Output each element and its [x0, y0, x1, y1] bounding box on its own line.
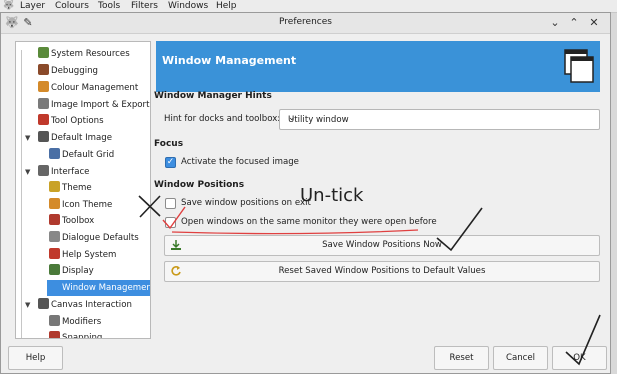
tree-item-default-grid[interactable]: Default Grid: [49, 147, 114, 163]
help-button[interactable]: Help: [8, 346, 63, 370]
tree-item-label: Image Import & Export: [51, 100, 150, 110]
menu-filters[interactable]: Filters: [131, 0, 158, 12]
theme-icon: [49, 181, 60, 192]
menu-colours[interactable]: Colours: [55, 0, 89, 12]
positions-heading: Window Positions: [154, 180, 245, 190]
tree-item-canvas-interaction[interactable]: Canvas Interaction: [38, 297, 132, 313]
system-resources-icon: [38, 47, 49, 58]
tree-item-label: Display: [62, 266, 94, 276]
save-positions-now-label: Save Window Positions Now: [322, 240, 442, 250]
tree-item-label: Help System: [62, 250, 117, 260]
section-banner: Window Management: [156, 41, 600, 92]
menu-layer[interactable]: Layer: [20, 0, 45, 12]
ok-button[interactable]: OK: [552, 346, 607, 370]
grid-icon: [49, 148, 60, 159]
bug-icon: [38, 64, 49, 75]
tree-item-image-import-export[interactable]: Image Import & Export: [38, 97, 149, 113]
tree-item-label: System Resources: [51, 49, 130, 59]
tree-item-interface[interactable]: Interface: [38, 164, 89, 180]
same-monitor-label: Open windows on the same monitor they we…: [181, 217, 437, 227]
cancel-button[interactable]: Cancel: [493, 346, 548, 370]
chevron-down-icon: ⌄: [288, 113, 296, 123]
tree-item-label: Window Management: [62, 283, 151, 293]
menu-help[interactable]: Help: [216, 0, 237, 12]
window-management-icon: [49, 281, 60, 292]
tree-item-label: Toolbox: [62, 216, 95, 226]
window-management-icon: [564, 49, 594, 83]
tree-item-theme[interactable]: Theme: [49, 180, 92, 196]
colour-management-icon: [38, 81, 49, 92]
save-on-exit-checkbox[interactable]: [165, 198, 176, 209]
app-logo-icon: 🐺: [3, 1, 15, 11]
expander-chevron-icon[interactable]: ▼: [25, 168, 33, 176]
activate-focused-checkbox[interactable]: ✓: [165, 157, 176, 168]
tree-item-label: Dialogue Defaults: [62, 233, 139, 243]
help-icon: [49, 248, 60, 259]
preferences-tree[interactable]: System Resources Debugging Colour Manageme…: [15, 41, 151, 339]
tree-item-label: Icon Theme: [62, 200, 113, 210]
tree-item-snapping[interactable]: Snapping: [49, 330, 103, 339]
tree-item-window-management[interactable]: Window Management: [47, 280, 150, 296]
toolbox-icon: [49, 214, 60, 225]
close-icon[interactable]: ✕: [587, 16, 601, 30]
tree-item-debugging[interactable]: Debugging: [38, 63, 98, 79]
tree-item-label: Canvas Interaction: [51, 300, 132, 310]
snapping-icon: [49, 331, 60, 338]
tree-item-label: Theme: [62, 183, 92, 193]
activate-focused-label: Activate the focused image: [181, 157, 299, 167]
save-positions-now-button[interactable]: Save Window Positions Now: [164, 235, 600, 256]
tree-item-colour-management[interactable]: Colour Management: [38, 80, 138, 96]
reset-icon: [171, 266, 181, 276]
untick-annotation: Un-tick: [300, 185, 364, 206]
expander-chevron-icon[interactable]: ▼: [25, 301, 33, 309]
expander-chevron-icon[interactable]: ▼: [25, 134, 33, 142]
hint-label: Hint for docks and toolbox:: [164, 114, 281, 124]
tree-item-label: Colour Management: [51, 83, 139, 93]
tree-item-label: Interface: [51, 167, 90, 177]
tree-item-label: Default Image: [51, 133, 113, 143]
tree-item-default-image[interactable]: Default Image: [38, 130, 112, 146]
hints-heading: Window Manager Hints: [154, 91, 272, 101]
tree-guide-line: [21, 50, 22, 338]
tool-options-icon: [38, 114, 49, 125]
tree-item-icon-theme[interactable]: Icon Theme: [49, 197, 112, 213]
reset-positions-button[interactable]: Reset Saved Window Positions to Default …: [164, 261, 600, 282]
focus-heading: Focus: [154, 139, 184, 149]
interface-icon: [38, 165, 49, 176]
dialog-title: Preferences: [279, 17, 332, 27]
tree-item-label: Default Grid: [62, 150, 115, 160]
section-title: Window Management: [162, 54, 297, 67]
hint-select[interactable]: Utility window ⌄: [279, 109, 600, 130]
tree-item-help-system[interactable]: Help System: [49, 247, 116, 263]
download-icon: [171, 240, 181, 250]
tree-item-dialogue-defaults[interactable]: Dialogue Defaults: [49, 230, 139, 246]
canvas-interaction-icon: [38, 298, 49, 309]
dialog-titlebar[interactable]: 🐺 ✎ Preferences ⌄ ⌃ ✕: [1, 13, 610, 34]
chevron-down-icon[interactable]: ⌄: [548, 16, 562, 30]
menu-tools[interactable]: Tools: [98, 0, 120, 12]
tree-item-tool-options[interactable]: Tool Options: [38, 113, 104, 129]
tree-item-system-resources[interactable]: System Resources: [38, 46, 130, 62]
default-image-icon: [38, 131, 49, 142]
tree-item-label: Snapping: [62, 333, 103, 339]
menu-windows[interactable]: Windows: [168, 0, 208, 12]
tree-item-display[interactable]: Display: [49, 263, 94, 279]
dialogue-defaults-icon: [49, 231, 60, 242]
import-export-icon: [38, 98, 49, 109]
icon-theme-icon: [49, 198, 60, 209]
reset-positions-label: Reset Saved Window Positions to Default …: [278, 266, 486, 276]
display-icon: [49, 264, 60, 275]
modifiers-icon: [49, 315, 60, 326]
tree-item-label: Debugging: [51, 66, 99, 76]
tree-item-label: Modifiers: [62, 317, 102, 327]
save-on-exit-label: Save window positions on exit: [181, 198, 311, 208]
tree-item-label: Tool Options: [51, 116, 104, 126]
same-monitor-checkbox[interactable]: [165, 217, 176, 228]
tree-item-modifiers[interactable]: Modifiers: [49, 314, 101, 330]
reset-button[interactable]: Reset: [434, 346, 489, 370]
tree-item-toolbox[interactable]: Toolbox: [49, 213, 94, 229]
chevron-up-icon[interactable]: ⌃: [567, 16, 581, 30]
